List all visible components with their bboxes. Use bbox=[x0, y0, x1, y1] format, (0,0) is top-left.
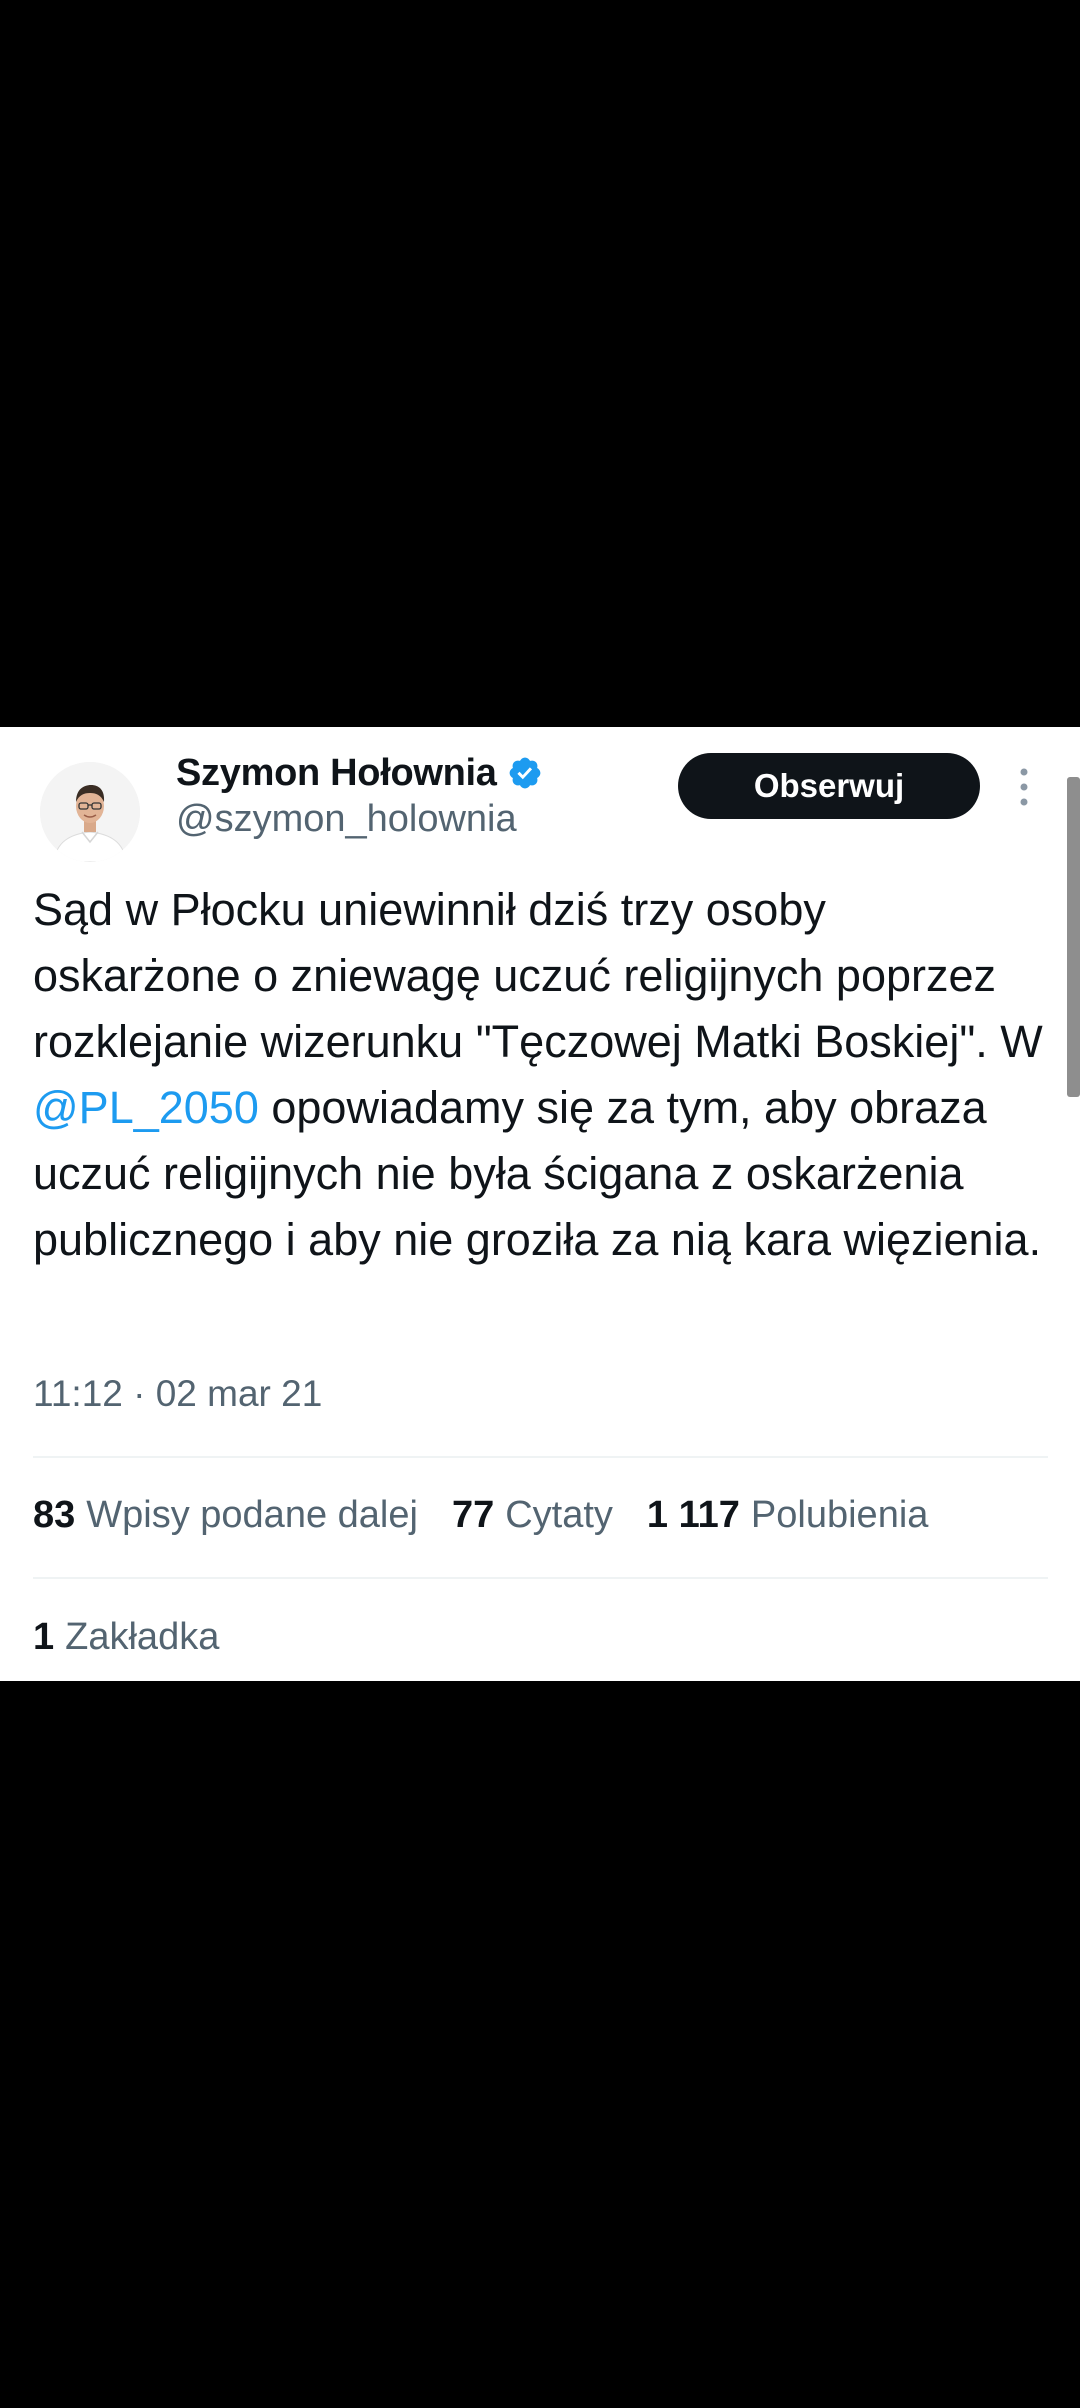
likes-count: 1 117 bbox=[646, 1494, 740, 1536]
tweet-card: Szymon Hołownia @szymon_holownia Obserwu… bbox=[0, 727, 1080, 1681]
author-handle[interactable]: @szymon_holownia bbox=[176, 798, 517, 841]
likes-label: Polubienia bbox=[750, 1494, 929, 1536]
tweet-text: Sąd w Płocku uniewinnił dziś trzy osoby … bbox=[33, 877, 1043, 1273]
bookmarks-stat[interactable]: 1 Zakładka bbox=[33, 1616, 219, 1659]
reposts-stat[interactable]: 83 Wpisy podane dalej bbox=[33, 1494, 418, 1537]
divider bbox=[33, 1456, 1048, 1458]
bookmarks-count: 1 bbox=[33, 1616, 55, 1658]
bookmarks-label: Zakładka bbox=[65, 1616, 220, 1658]
scrollbar[interactable] bbox=[1067, 777, 1080, 1097]
profile-photo-avatar bbox=[40, 762, 140, 862]
engagement-stats: 83 Wpisy podane dalej 77 Cytaty 1 117 Po… bbox=[33, 1494, 962, 1537]
likes-stat[interactable]: 1 117 Polubienia bbox=[647, 1494, 928, 1537]
author-name-row: Szymon Hołownia bbox=[176, 747, 543, 799]
quotes-stat[interactable]: 77 Cytaty bbox=[452, 1494, 613, 1537]
more-vertical-icon[interactable] bbox=[1010, 765, 1038, 809]
divider bbox=[33, 1577, 1048, 1579]
top-black-area bbox=[0, 0, 1080, 727]
verified-badge-icon[interactable] bbox=[507, 755, 543, 791]
mention-link[interactable]: @PL_2050 bbox=[33, 1082, 259, 1133]
bottom-black-area bbox=[0, 1681, 1080, 2408]
quotes-count: 77 bbox=[451, 1494, 495, 1536]
tweet-text-part-1: Sąd w Płocku uniewinnił dziś trzy osoby … bbox=[33, 884, 1043, 1067]
author-name[interactable]: Szymon Hołownia bbox=[176, 752, 497, 795]
author-avatar[interactable] bbox=[40, 762, 140, 862]
reposts-label: Wpisy podane dalej bbox=[86, 1494, 418, 1536]
tweet-timestamp[interactable]: 11:12 · 02 mar 21 bbox=[33, 1373, 322, 1415]
follow-button[interactable]: Obserwuj bbox=[678, 753, 980, 819]
reposts-count: 83 bbox=[33, 1494, 76, 1536]
quotes-label: Cytaty bbox=[505, 1494, 613, 1536]
